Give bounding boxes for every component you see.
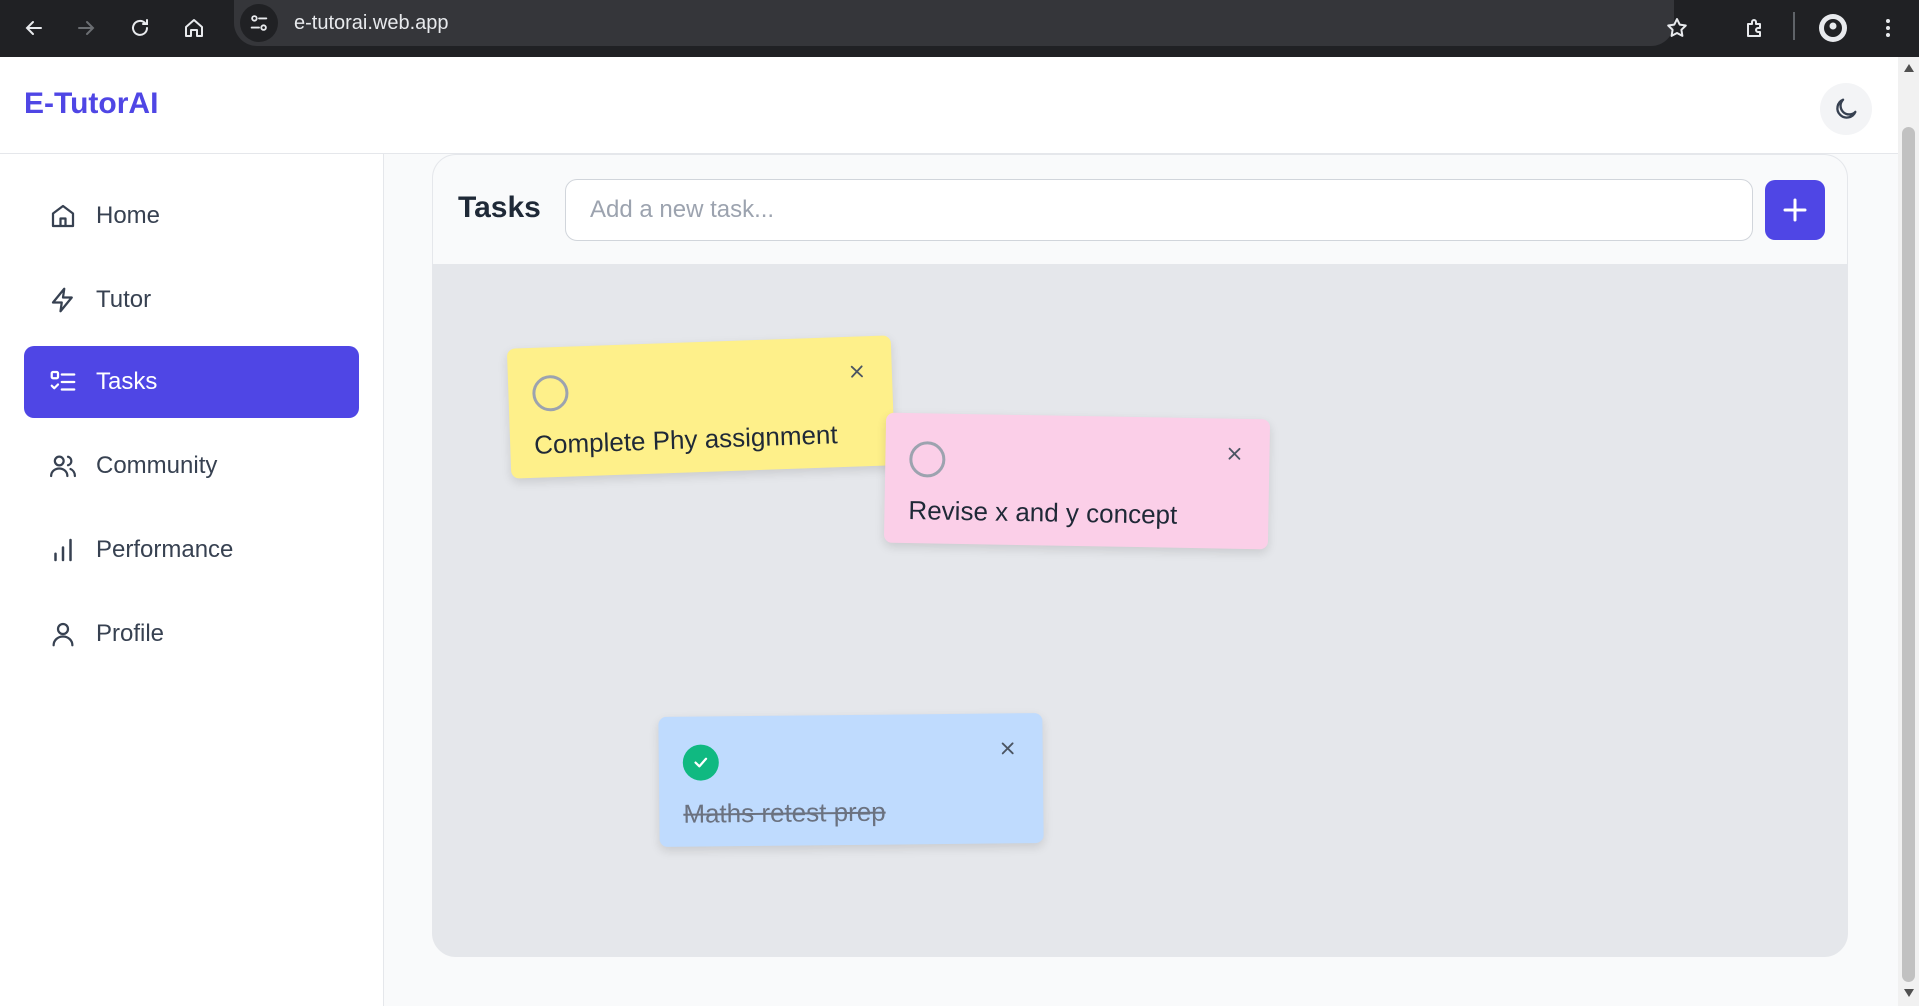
toolbar-divider bbox=[1793, 12, 1795, 40]
reload-icon bbox=[132, 19, 148, 36]
sticky-note[interactable]: Revise x and y concept bbox=[883, 412, 1271, 550]
complete-task-toggle[interactable] bbox=[909, 441, 946, 478]
sidebar-item-label: Performance bbox=[96, 536, 234, 563]
theme-toggle-button[interactable] bbox=[1820, 83, 1872, 135]
close-icon bbox=[850, 365, 863, 378]
sticky-note[interactable]: Complete Phy assignment bbox=[506, 335, 896, 479]
home-button[interactable] bbox=[174, 8, 214, 48]
lightning-icon bbox=[48, 285, 78, 315]
page-title: Tasks bbox=[458, 191, 541, 224]
sidebar-item-profile[interactable]: Profile bbox=[24, 598, 359, 670]
site-settings-icon[interactable] bbox=[240, 4, 278, 42]
profile-button[interactable] bbox=[1813, 8, 1853, 48]
list-check-icon bbox=[48, 367, 78, 397]
sidebar-item-home[interactable]: Home bbox=[24, 180, 359, 252]
sidebar-item-community[interactable]: Community bbox=[24, 430, 359, 502]
puzzle-icon bbox=[1747, 19, 1761, 37]
delete-task-button[interactable] bbox=[995, 735, 1021, 761]
scroll-up-icon[interactable] bbox=[1902, 63, 1915, 75]
back-button[interactable] bbox=[14, 8, 54, 48]
profile-avatar-icon bbox=[1819, 14, 1847, 42]
task-text: Maths retest prep bbox=[683, 796, 886, 829]
sidebar-item-label: Tutor bbox=[96, 286, 152, 313]
new-task-input[interactable] bbox=[565, 179, 1753, 241]
sidebar-item-tutor[interactable]: Tutor bbox=[24, 264, 359, 336]
sidebar-item-label: Home bbox=[96, 202, 161, 229]
page-scrollbar[interactable] bbox=[1898, 57, 1919, 1006]
users-icon bbox=[48, 451, 78, 481]
task-board: Tasks Complete Phy assignment Revise x a… bbox=[432, 154, 1848, 957]
task-text: Revise x and y concept bbox=[908, 495, 1178, 530]
house-icon bbox=[185, 19, 203, 37]
forward-button[interactable] bbox=[66, 8, 106, 48]
delete-task-button[interactable] bbox=[843, 358, 870, 385]
sticky-note[interactable]: Maths retest prep bbox=[658, 712, 1044, 848]
reload-button[interactable] bbox=[120, 8, 160, 48]
user-icon bbox=[48, 619, 78, 649]
brand-logo[interactable]: E-TutorAI bbox=[24, 87, 158, 121]
sidebar-item-label: Community bbox=[96, 452, 218, 479]
add-task-button[interactable] bbox=[1765, 180, 1825, 240]
close-icon bbox=[1228, 447, 1241, 460]
bar-chart-icon bbox=[48, 535, 78, 565]
complete-task-toggle[interactable] bbox=[531, 374, 570, 412]
arrow-right-icon bbox=[78, 21, 95, 35]
delete-task-button[interactable] bbox=[1221, 441, 1247, 467]
sidebar-item-tasks[interactable]: Tasks bbox=[24, 346, 359, 418]
sidebar-item-label: Profile bbox=[96, 620, 165, 647]
address-bar[interactable]: e-tutorai.web.app bbox=[234, 0, 1674, 46]
sidebar-item-label: Tasks bbox=[96, 368, 158, 395]
sidebar: Home Tutor Tasks Community Performance P… bbox=[0, 154, 384, 1006]
close-icon bbox=[1001, 742, 1014, 755]
star-icon bbox=[1667, 18, 1687, 37]
url-text: e-tutorai.web.app bbox=[294, 11, 449, 34]
extensions-button[interactable] bbox=[1735, 8, 1775, 48]
home-icon bbox=[48, 201, 78, 231]
app-header: E-TutorAI bbox=[0, 57, 1898, 154]
moon-icon bbox=[1836, 98, 1857, 119]
sidebar-item-performance[interactable]: Performance bbox=[24, 514, 359, 586]
more-vertical-icon bbox=[1886, 19, 1890, 37]
plus-icon bbox=[1783, 198, 1807, 222]
browser-menu-button[interactable] bbox=[1868, 8, 1908, 48]
task-text: Complete Phy assignment bbox=[533, 419, 839, 460]
task-board-header: Tasks bbox=[433, 155, 1847, 265]
bookmark-button[interactable] bbox=[1657, 8, 1697, 48]
browser-toolbar: e-tutorai.web.app bbox=[0, 0, 1919, 57]
scroll-down-icon[interactable] bbox=[1902, 988, 1915, 1000]
arrow-left-icon bbox=[25, 21, 42, 35]
check-icon bbox=[694, 757, 708, 768]
scrollbar-thumb[interactable] bbox=[1902, 127, 1915, 982]
complete-task-toggle[interactable] bbox=[682, 744, 719, 781]
